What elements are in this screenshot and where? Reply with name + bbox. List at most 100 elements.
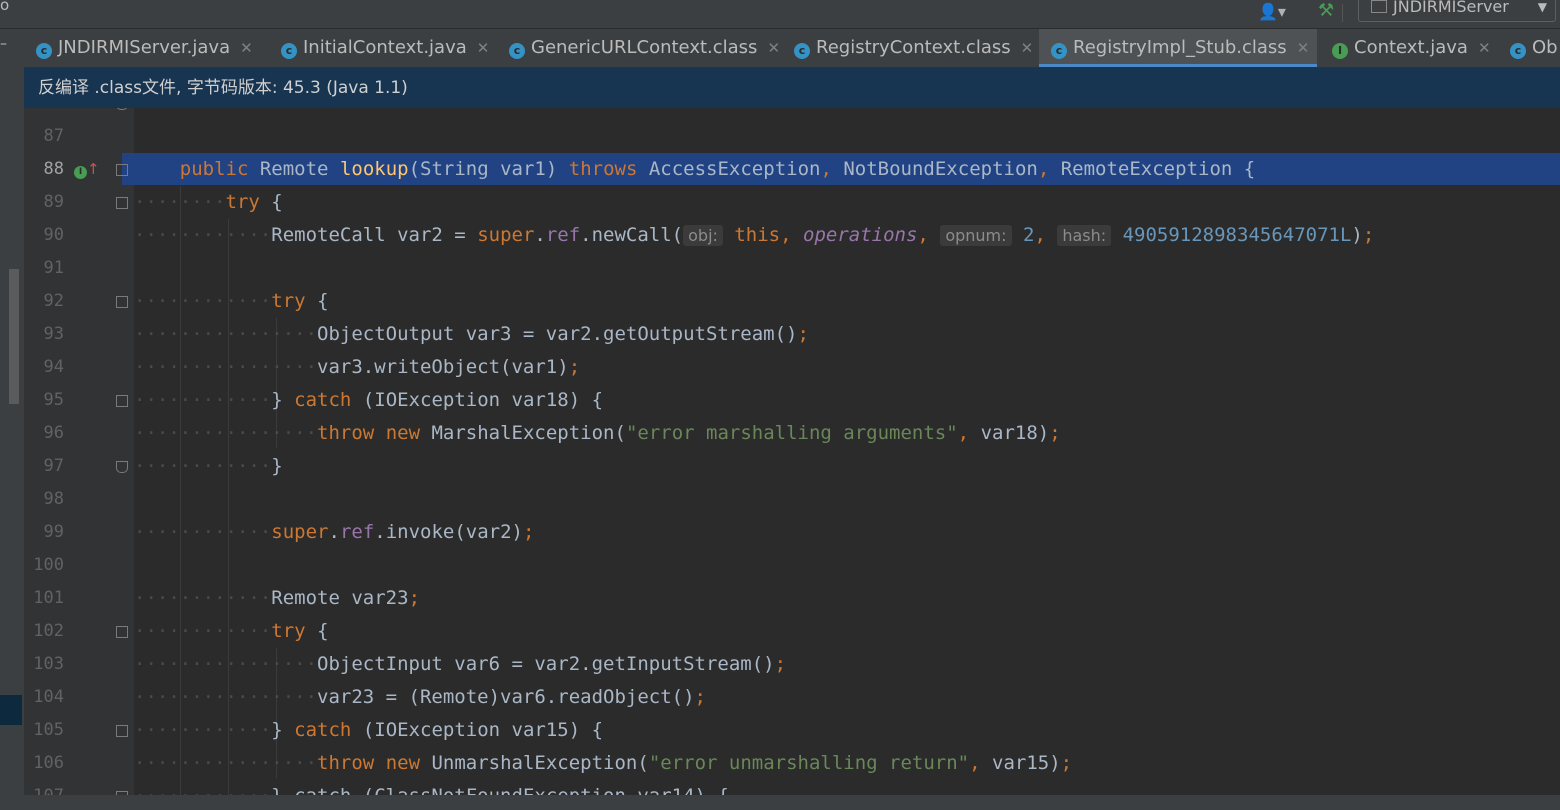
line-number: 106 — [33, 753, 64, 773]
tab-label: GenericURLContext.class — [531, 37, 758, 58]
line-number: 90 — [43, 225, 64, 245]
code-line: 102 ············try { — [24, 615, 1560, 648]
class-icon: c — [794, 43, 810, 59]
class-icon: c — [36, 43, 52, 59]
line-number: 87 — [43, 126, 64, 146]
tab-label: InitialContext.java — [303, 37, 467, 58]
side-scrollbar-thumb[interactable] — [9, 269, 19, 404]
fold-end-icon[interactable] — [116, 461, 128, 473]
close-icon[interactable]: ✕ — [240, 39, 253, 57]
code-text: ············Remote var23; — [134, 587, 421, 609]
user-icon[interactable]: 👤▾ — [1258, 2, 1286, 21]
tab-jndirmiserver-java[interactable]: c JNDIRMIServer.java ✕ — [36, 29, 253, 67]
close-icon[interactable]: ✕ — [1297, 39, 1310, 57]
line-number: 101 — [33, 588, 64, 608]
line-number: 96 — [43, 423, 64, 443]
close-icon[interactable]: ✕ — [1021, 39, 1034, 57]
class-icon: c — [1510, 43, 1526, 59]
code-text: ················throw new MarshalExcepti… — [134, 422, 1061, 444]
hammer-icon[interactable]: ⚒ — [1318, 0, 1334, 21]
code-editor[interactable]: 86 87 88 I↑ public Remote lookup(String … — [24, 108, 1560, 810]
collapse-icon[interactable]: – — [0, 36, 7, 52]
fold-icon[interactable] — [116, 395, 128, 407]
title-bar: o 👤▾ ⚒ JNDIRMIServer ▼ — [0, 0, 1560, 29]
line-number: 92 — [43, 291, 64, 311]
code-text: ············} catch (IOException var18) … — [134, 389, 604, 411]
run-config-label: JNDIRMIServer — [1393, 0, 1509, 16]
param-hint: hash: — [1057, 225, 1112, 246]
editor-tab-bar: c JNDIRMIServer.java ✕ c InitialContext.jav… — [24, 29, 1560, 68]
banner-text: 反编译 .class文件, 字节码版本: 45.3 (Java 1.1) — [38, 78, 408, 98]
chevron-down-icon: ▼ — [1537, 0, 1547, 14]
line-number: 88 — [43, 159, 64, 179]
tab-label: Context.java — [1354, 37, 1468, 58]
line-number: 95 — [43, 390, 64, 410]
code-line: 97 ············} — [24, 450, 1560, 483]
toolbar-divider — [1342, 4, 1343, 22]
tab-genericurlcontext-class[interactable]: c GenericURLContext.class ✕ — [509, 29, 780, 67]
close-icon[interactable]: ✕ — [1478, 39, 1491, 57]
code-line: 89 ········try { — [24, 186, 1560, 219]
code-text: public Remote lookup(String var1) throws… — [179, 158, 1256, 180]
code-line: 105 ············} catch (IOException var… — [24, 714, 1560, 747]
code-text: ················var3.writeObject(var1); — [134, 356, 581, 378]
code-line: 87 — [24, 120, 1560, 153]
close-icon[interactable]: ✕ — [477, 39, 490, 57]
code-text: ················throw new UnmarshalExcep… — [134, 752, 1073, 774]
fold-end-icon[interactable] — [116, 108, 128, 110]
fold-icon[interactable] — [116, 164, 128, 176]
tab-context-java[interactable]: I Context.java ✕ — [1332, 29, 1491, 67]
line-number: 86 — [24, 108, 64, 120]
tab-label: JNDIRMIServer.java — [58, 37, 231, 58]
tab-overflow[interactable]: c Ob — [1510, 29, 1558, 67]
code-line: 90 ············RemoteCall var2 = super.r… — [24, 219, 1560, 252]
code-line: 93 ················ObjectOutput var3 = v… — [24, 318, 1560, 351]
param-hint: obj: — [683, 225, 723, 246]
code-text: ············try { — [134, 290, 329, 312]
param-hint: opnum: — [940, 225, 1012, 246]
code-line-current: 88 I ↑ public Remote lookup(String var1) … — [24, 153, 1560, 186]
run-configuration-select[interactable]: JNDIRMIServer ▼ — [1358, 0, 1556, 22]
interface-icon: I — [1332, 43, 1348, 59]
code-line: 95 ············} catch (IOException var1… — [24, 384, 1560, 417]
line-number: 100 — [33, 555, 64, 575]
line-number: 94 — [43, 357, 64, 377]
line-number: 97 — [43, 456, 64, 476]
code-text: ················ObjectOutput var3 = var2… — [134, 323, 809, 345]
code-line: 99 ············super.ref.invoke(var2); — [24, 516, 1560, 549]
line-number: 99 — [43, 522, 64, 542]
fold-icon[interactable] — [116, 197, 128, 209]
close-icon[interactable]: ✕ — [767, 39, 780, 57]
tab-initialcontext-java[interactable]: c InitialContext.java ✕ — [281, 29, 489, 67]
arrow-up-icon[interactable]: ↑ — [87, 160, 100, 178]
code-line: 106 ················throw new UnmarshalE… — [24, 747, 1560, 780]
status-bar — [0, 795, 1560, 810]
left-tool-strip: – — [0, 29, 24, 810]
code-line: 92 ············try { — [24, 285, 1560, 318]
line-number: 102 — [33, 621, 64, 641]
code-line: 103 ················ObjectInput var6 = v… — [24, 648, 1560, 681]
code-line: 100 — [24, 549, 1560, 582]
tab-registrycontext-class[interactable]: c RegistryContext.class ✕ — [794, 29, 1033, 67]
tab-registryimpl-stub-class[interactable]: c RegistryImpl_Stub.class ✕ — [1039, 29, 1317, 67]
code-line: 96 ················throw new MarshalExce… — [24, 417, 1560, 450]
code-text: ················var23 = (Remote)var6.rea… — [134, 686, 706, 708]
code-text: ············RemoteCall var2 = super.ref.… — [134, 224, 1375, 246]
line-number: 98 — [43, 489, 64, 509]
fold-icon[interactable] — [116, 725, 128, 737]
code-text: ············} — [134, 455, 283, 477]
code-text: ········try { — [134, 191, 283, 213]
tab-label: Ob — [1532, 37, 1558, 58]
code-line: 98 — [24, 483, 1560, 516]
code-text: ············try { — [134, 620, 329, 642]
gutter-markers[interactable]: I ↑ — [74, 153, 100, 187]
code-line: 94 ················var3.writeObject(var1… — [24, 351, 1560, 384]
fold-icon[interactable] — [116, 296, 128, 308]
tab-label: RegistryContext.class — [816, 37, 1011, 58]
line-number: 89 — [43, 192, 64, 212]
line-number: 103 — [33, 654, 64, 674]
overrides-icon[interactable]: I — [74, 166, 87, 179]
fold-icon[interactable] — [116, 626, 128, 638]
title-corner-text: o — [0, 0, 10, 14]
class-icon: c — [1051, 43, 1067, 59]
